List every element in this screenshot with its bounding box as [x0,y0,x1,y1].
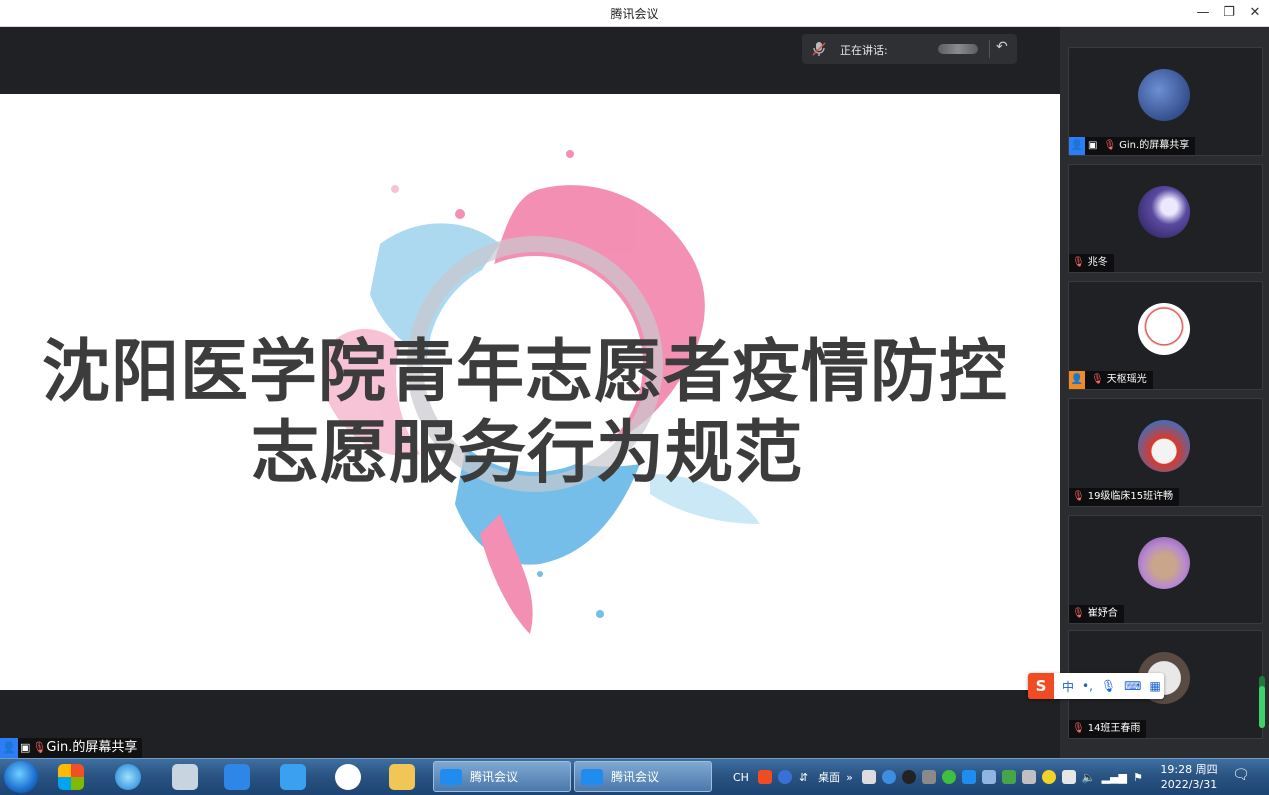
network-share-icon[interactable] [861,770,876,784]
user-icon: 👤 [0,738,18,758]
screen-share-tag: 👤 ▣ 🎙 Gin.的屏幕共享 [0,738,143,758]
signal-icon[interactable]: ▂▄▆ [1102,771,1127,784]
speaker-icon[interactable]: 🔈 [1082,771,1096,784]
microphone-icon: 🎙 [32,741,47,754]
voice-input-icon[interactable]: 🎙 [1101,679,1116,693]
list-app-icon[interactable] [216,762,258,792]
input-language[interactable]: CH [733,771,749,784]
participant-name: 14班王春雨 [1087,723,1141,734]
speaking-label: 正在讲话: [840,44,888,57]
avatar [1138,420,1190,472]
clock-date: 2022/3/31 [1160,778,1218,791]
microphone-icon: 🎙 [1072,491,1085,502]
sogou-icon[interactable] [757,770,772,784]
presenter-name: Gin.的屏幕共享 [46,740,138,755]
tencent-meeting-tray-icon[interactable] [961,770,976,784]
avatar [1138,537,1190,589]
action-center-flag-icon[interactable]: ⚑ [1133,771,1143,784]
taskbar-item-label: 腾讯会议 [470,770,519,784]
cohost-icon: 👤 [1069,371,1085,389]
internet-explorer-icon[interactable] [107,762,149,792]
taskbar: 腾讯会议 腾讯会议 CH ⇵ 桌面 » 🔈 ▂▄▆ ⚑ 19:28 周四 202… [0,758,1269,795]
window-title: 腾讯会议 [610,7,659,21]
tencent-meeting-icon [440,768,462,785]
slide-title-line-2: 志愿服务行为规范 [250,414,803,493]
ime-toolbar[interactable]: S 中 •, 🎙 ⌨ ▦ [1028,673,1164,699]
participant-nameplate: 👤 ▣ 🎙 Gin.的屏幕共享 [1069,137,1196,155]
avatar [1138,69,1190,121]
taskbar-item-label: 腾讯会议 [611,770,660,784]
speaker-name-blurred [938,44,978,54]
close-button[interactable]: ✕ [1244,3,1266,23]
participant-tile[interactable]: 🎙 19级临床15班许畅 [1068,398,1263,507]
divider [989,40,990,58]
grid-menu-icon[interactable]: ▦ [1149,679,1160,693]
clock-time: 19:28 周四 [1160,763,1218,776]
shield-icon[interactable] [881,770,896,784]
shared-screen-slide: 沈阳医学院青年志愿者疫情防控 志愿服务行为规范 [0,94,1060,690]
system-tray: CH ⇵ 桌面 » 🔈 ▂▄▆ ⚑ [733,759,1146,795]
sogou-logo-icon: S [1028,673,1054,699]
file-explorer-icon[interactable] [381,762,423,792]
qq-icon[interactable] [901,770,916,784]
participant-nameplate: 🎙 崔妤合 [1069,605,1124,623]
chevron-icon[interactable]: ⇵ [799,771,808,784]
keyboard-icon[interactable]: ⌨ [1124,679,1141,693]
punctuation-icon[interactable]: •, [1082,679,1093,693]
microphone-icon: 🎙 [1072,608,1085,619]
microphone-icon: 🎙 [1072,723,1085,734]
avatar [1138,303,1190,355]
participant-tile[interactable]: 🎙 崔妤合 [1068,515,1263,624]
bluetooth-icon[interactable] [981,770,996,784]
taskbar-item-tencent-meeting[interactable]: 腾讯会议 [574,761,712,792]
volume-level-bar [1259,676,1265,728]
usb-icon[interactable] [1061,770,1076,784]
participant-tile[interactable]: 🎙 兆冬 [1068,164,1263,273]
participant-tile[interactable]: 👤 🎙 天枢瑶光 [1068,281,1263,390]
participant-nameplate: 🎙 19级临床15班许畅 [1069,488,1180,506]
participant-nameplate: 👤 🎙 天枢瑶光 [1069,371,1153,389]
participant-name: 19级临床15班许畅 [1087,491,1174,502]
participant-name: Gin.的屏幕共享 [1119,140,1190,151]
screen-share-icon: ▣ [20,741,31,754]
microphone-icon: 🎙 [1091,374,1104,385]
participant-nameplate: 🎙 14班王春雨 [1069,720,1147,738]
undo-arrow-icon[interactable]: ↶ [996,39,1008,55]
taskbar-item-tencent-meeting[interactable]: 腾讯会议 [433,761,571,792]
start-button[interactable] [4,761,38,793]
microphone-icon: 🎙 [1103,140,1117,151]
participant-tile[interactable]: 👤 ▣ 🎙 Gin.的屏幕共享 [1068,47,1263,156]
avatar [1138,186,1190,238]
participant-sidebar: 👤 ▣ 🎙 Gin.的屏幕共享 🎙 兆冬 👤 🎙 天枢瑶光 🎙 19级临床15班… [1060,27,1269,758]
participant-name: 崔妤合 [1087,608,1118,619]
ime-mode[interactable]: 中 [1062,678,1074,695]
vpn-icon[interactable] [921,770,936,784]
tray-app-icon[interactable] [1021,770,1036,784]
expand-chevron-icon[interactable]: » [846,771,853,784]
security-shield-icon[interactable] [1001,770,1016,784]
wechat-icon[interactable] [941,770,956,784]
restore-button[interactable]: ❐ [1218,3,1240,23]
baidu-netdisk-icon[interactable] [327,762,369,792]
system-clock[interactable]: 19:28 周四 2022/3/31 [1158,762,1220,792]
participant-nameplate: 🎙 兆冬 [1069,254,1114,272]
speaking-indicator: 正在讲话: ↶ [802,34,1017,64]
microphone-icon: 🎙 [1072,257,1085,268]
calendar-app-icon[interactable] [272,762,314,792]
host-icon: 👤 [1069,137,1085,155]
pinned-app-icon[interactable] [50,762,92,792]
notification-icon[interactable]: 🗨 [1232,767,1252,787]
window-titlebar: 腾讯会议 — ❐ ✕ [0,0,1269,27]
minimize-button[interactable]: — [1192,3,1214,23]
desktop-toolbar[interactable]: 桌面 [818,769,840,785]
camera-app-icon[interactable] [164,762,206,792]
participant-name: 天枢瑶光 [1106,374,1147,385]
participant-name: 兆冬 [1087,257,1108,268]
tray-app-icon[interactable] [1041,770,1056,784]
help-icon[interactable] [777,770,792,784]
screen-share-icon: ▣ [1088,140,1098,151]
tencent-meeting-icon [581,768,603,785]
microphone-icon [812,41,826,60]
